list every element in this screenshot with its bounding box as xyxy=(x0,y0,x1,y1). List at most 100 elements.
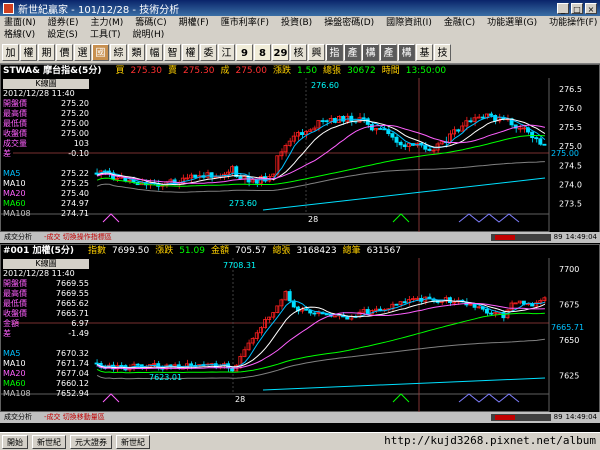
maximize-button[interactable]: □ xyxy=(571,2,583,14)
toolbar-button[interactable]: 技 xyxy=(434,44,451,61)
zoom-slider-1[interactable] xyxy=(490,234,551,241)
menu-item[interactable]: 設定(S) xyxy=(47,29,78,41)
candlestick-chart-taiex[interactable]: 7700 7675 7650 7625 7665.71 7708.31 7623.01 28 xyxy=(1,258,599,412)
toolbar-button[interactable]: 9 xyxy=(236,44,253,61)
candle-body xyxy=(131,179,136,183)
ma-row: MA108 274.71 xyxy=(3,209,89,218)
candle-body xyxy=(127,179,132,182)
menu-item[interactable]: 操盤密碼(D) xyxy=(324,17,374,29)
info-row: 差 -1.49 xyxy=(3,329,89,338)
candle-body xyxy=(361,309,366,313)
candle-body xyxy=(250,179,255,183)
ma-row: MA10 7671.74 xyxy=(3,359,89,368)
menu-item[interactable]: 功能操作(F) xyxy=(549,17,597,29)
menu-item[interactable]: 格線(V) xyxy=(4,29,35,41)
toolbar-button[interactable]: 權 xyxy=(20,44,37,61)
info-row: 最低價 275.00 xyxy=(3,119,89,128)
toolbar-button[interactable]: 產 xyxy=(344,44,361,61)
taskbar-item[interactable]: 新世紀 xyxy=(116,434,150,449)
toolbar-button[interactable]: 選 xyxy=(74,44,91,61)
kline-date: 2012/12/28 11:40 xyxy=(3,89,75,98)
price-axis-label: 274.5 xyxy=(559,161,582,170)
symbol-name: STWA& 摩台指&(5分) xyxy=(3,66,102,76)
toolbar-button[interactable]: 產 xyxy=(380,44,397,61)
toolbar-button[interactable]: 幅 xyxy=(146,44,163,61)
candle-body xyxy=(287,140,292,146)
toolbar-button[interactable]: 價 xyxy=(56,44,73,61)
time-value: 13:50:00 xyxy=(405,66,447,76)
menu-item[interactable]: 畫面(N) xyxy=(4,17,36,29)
toolbar-button[interactable]: 類 xyxy=(128,44,145,61)
menu-item[interactable]: 籌碼(C) xyxy=(135,17,166,29)
close-button[interactable]: × xyxy=(585,2,597,14)
buy-price: 275.30 xyxy=(130,66,162,76)
toolbar-button[interactable]: 構 xyxy=(362,44,379,61)
kline-title: K線圖 xyxy=(3,79,89,89)
menu-item[interactable]: 說明(H) xyxy=(132,29,164,41)
toolbar-button[interactable]: 智 xyxy=(164,44,181,61)
candle-body xyxy=(341,116,346,122)
menu-item[interactable]: 投資(B) xyxy=(281,17,312,29)
indicator-switch-2[interactable]: -成交 切換移動量區 xyxy=(44,412,105,423)
ma-row: MA20 7677.04 xyxy=(3,369,89,378)
candle-body xyxy=(316,120,321,129)
toolbar-button[interactable]: 期 xyxy=(38,44,55,61)
toolbar-button[interactable]: 基 xyxy=(416,44,433,61)
volume-value: 30672 xyxy=(347,66,376,76)
menu-item[interactable]: 工具(T) xyxy=(90,29,121,41)
menu-item[interactable]: 主力(M) xyxy=(90,17,123,29)
info-row: 成交量 103 xyxy=(3,139,89,148)
candle-body xyxy=(324,120,329,123)
info-row: 金額 6.97 xyxy=(3,319,89,328)
moving-average-line xyxy=(96,115,546,186)
ma-row: MA20 275.40 xyxy=(3,189,89,198)
indicator-switch-1[interactable]: -成交 切換操作指標區 xyxy=(44,232,112,243)
change-value: 1.50 xyxy=(297,66,318,76)
toolbar-button[interactable]: 指 xyxy=(326,44,343,61)
taskbar-item[interactable]: 新世紀 xyxy=(32,434,66,449)
candle-body xyxy=(254,332,259,339)
zoom-slider-2[interactable] xyxy=(490,414,551,421)
toolbar-button[interactable]: 29 xyxy=(272,44,289,61)
candle-body xyxy=(345,316,350,320)
menu-item[interactable]: 證券(E) xyxy=(48,17,79,29)
quote-header-mtx: STWA& 摩台指&(5分) 買 275.30 賣 275.30 成 275.00 漲… xyxy=(1,65,599,78)
candle-body xyxy=(283,291,288,301)
sell-price: 275.30 xyxy=(182,66,215,76)
candle-body xyxy=(152,363,157,366)
candle-body xyxy=(489,312,493,315)
toolbar-button[interactable]: 國 xyxy=(92,44,109,61)
moving-average-line xyxy=(96,135,545,187)
toolbar-button[interactable]: 構 xyxy=(398,44,415,61)
candle-body xyxy=(295,132,300,137)
toolbar-button[interactable]: 江 xyxy=(218,44,235,61)
candle-body xyxy=(402,301,407,304)
candle-body xyxy=(476,116,481,119)
toolbar-button[interactable]: 核 xyxy=(290,44,307,61)
ma-row: MA108 7652.94 xyxy=(3,389,89,398)
toolbar-button[interactable]: 8 xyxy=(254,44,271,61)
candle-body xyxy=(209,172,214,178)
menu-item[interactable]: 國際資訊(I) xyxy=(386,17,432,29)
taskbar-item[interactable]: 元大證券 xyxy=(70,434,112,449)
candlestick-chart-mtx[interactable]: 276.5276.0275.5275.0274.5274.0273.5275.0… xyxy=(1,78,599,232)
menu-item[interactable]: 匯市利率(F) xyxy=(221,17,269,29)
ma-row: MA5 7670.32 xyxy=(3,349,89,358)
start-button[interactable]: 開始 xyxy=(2,434,28,449)
minimize-button[interactable]: _ xyxy=(557,2,569,14)
toolbar-button[interactable]: 興 xyxy=(308,44,325,61)
candle-body xyxy=(439,141,444,145)
toolbar-button[interactable]: 綜 xyxy=(110,44,127,61)
candle-body xyxy=(267,316,272,320)
info-row: 最低價 7665.62 xyxy=(3,299,89,308)
candle-body xyxy=(258,327,263,334)
toolbar-button[interactable]: 權 xyxy=(182,44,199,61)
toolbar-button[interactable]: 加 xyxy=(2,44,19,61)
info-row: 開盤價 275.20 xyxy=(3,99,89,108)
menu-item[interactable]: 金融(C) xyxy=(444,17,475,29)
price-axis-label: 276.5 xyxy=(559,85,582,94)
price-axis-label: 275.5 xyxy=(559,123,582,132)
menu-item[interactable]: 功能選單(G) xyxy=(487,17,537,29)
toolbar-button[interactable]: 委 xyxy=(200,44,217,61)
menu-item[interactable]: 期權(F) xyxy=(179,17,209,29)
